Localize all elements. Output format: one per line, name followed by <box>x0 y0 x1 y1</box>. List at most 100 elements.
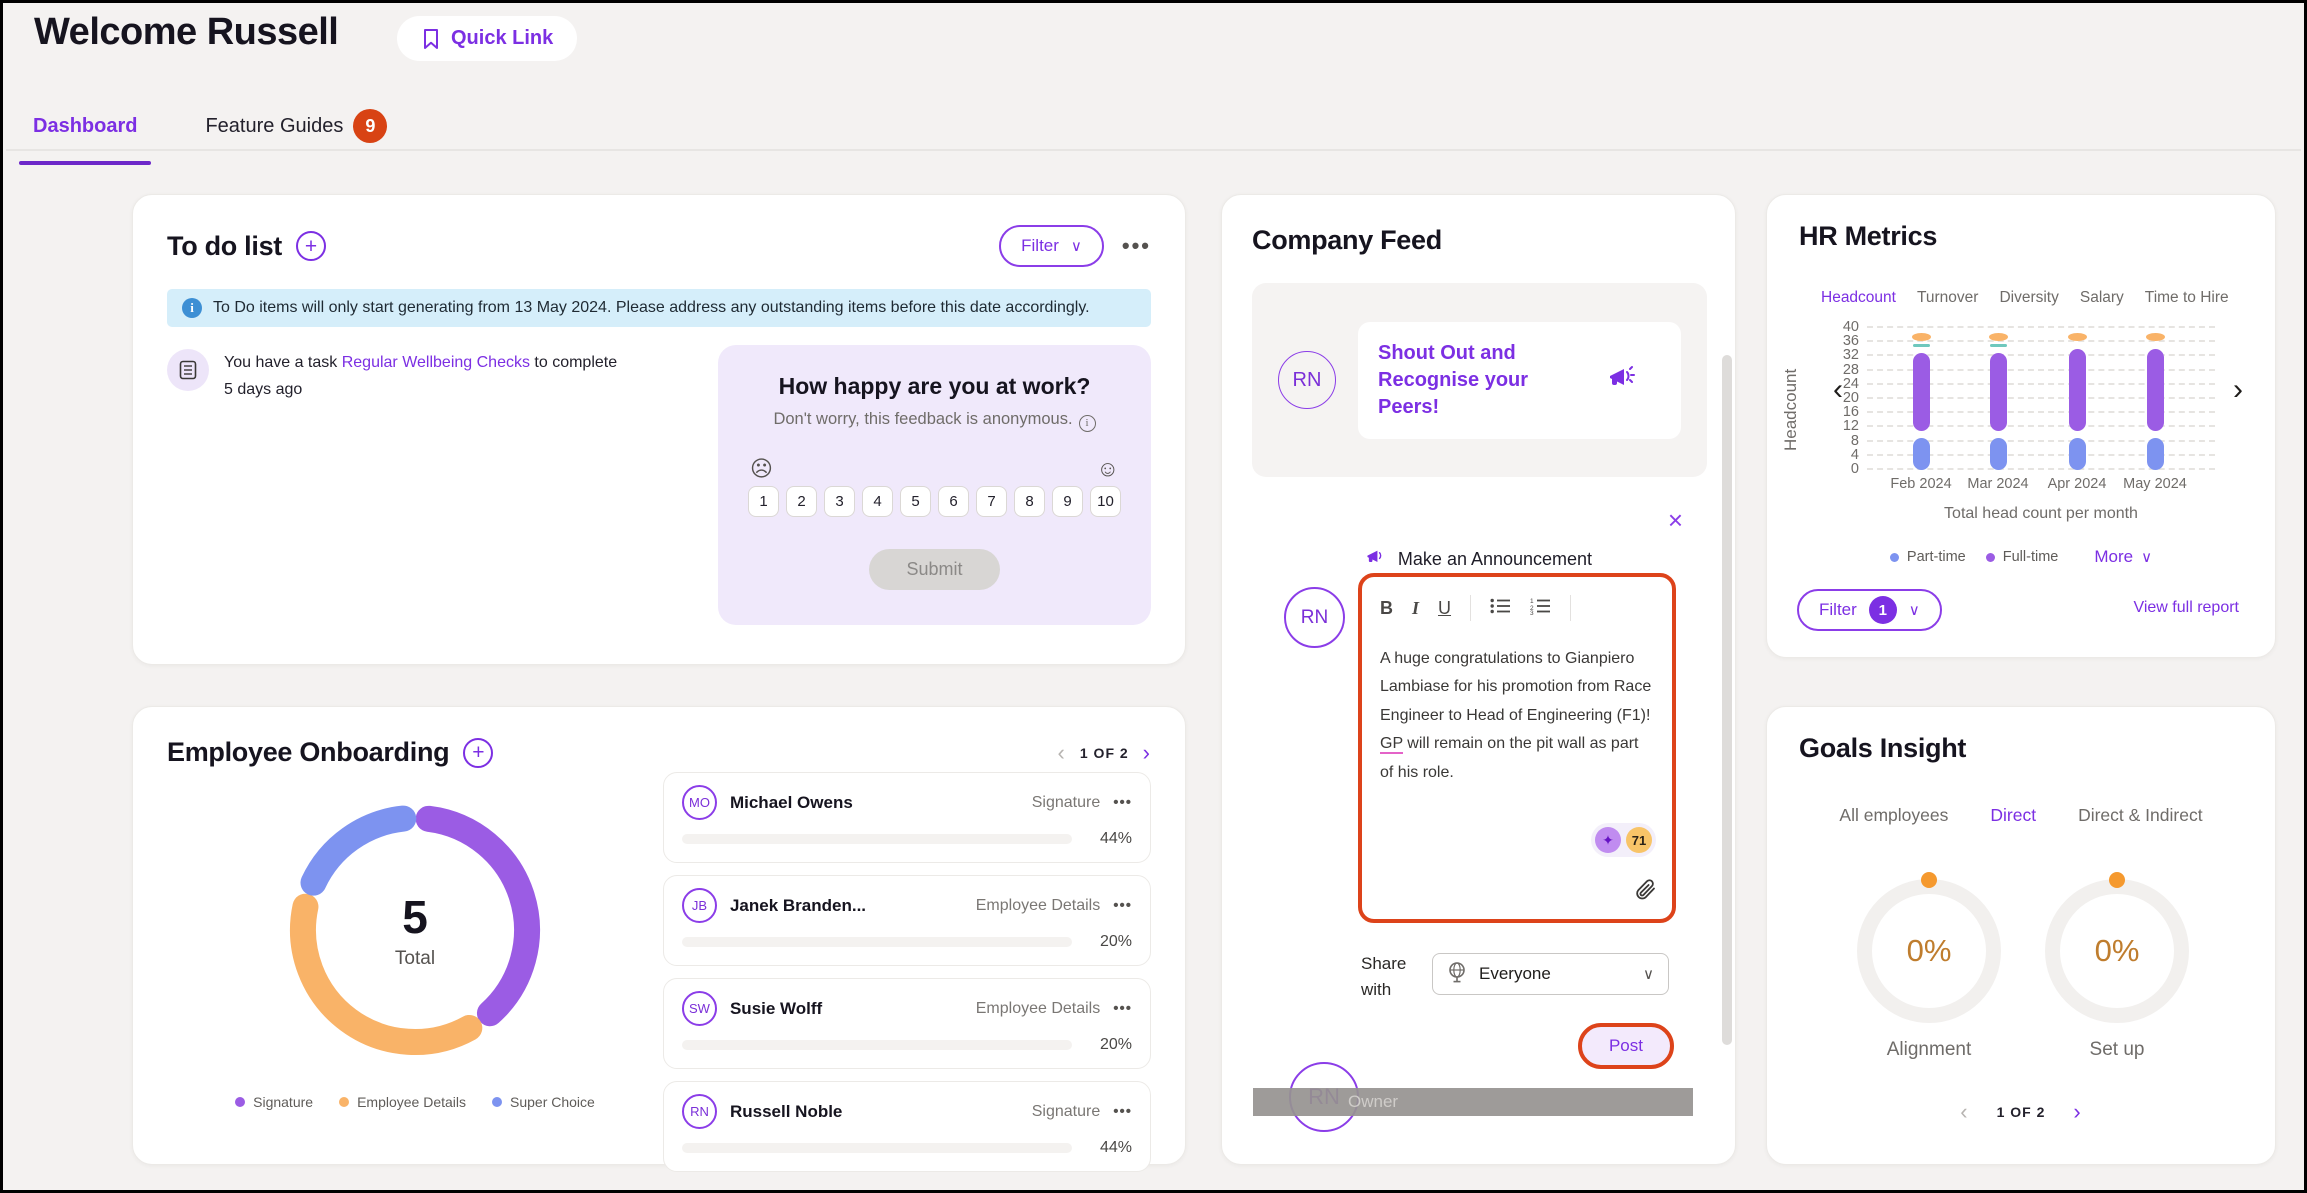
chart-next-icon[interactable]: › <box>2233 373 2243 407</box>
goals-tab-direct[interactable]: Direct <box>1990 805 2036 826</box>
y-tick-label: 32 <box>1821 347 1859 363</box>
progress-percent: 20% <box>1086 933 1132 951</box>
share-audience-select[interactable]: Everyone ∨ <box>1432 953 1669 995</box>
close-icon[interactable]: × <box>1668 507 1683 533</box>
onboarding-title: Employee Onboarding <box>167 737 449 768</box>
marker-teal <box>1913 344 1930 347</box>
todo-title: To do list <box>167 231 282 262</box>
survey-submit-button[interactable]: Submit <box>869 549 1000 590</box>
numbered-list-icon[interactable]: 123 <box>1530 597 1551 620</box>
task-document-icon <box>167 349 209 391</box>
row-more-icon[interactable]: ••• <box>1113 1000 1132 1017</box>
x-tick-label: Apr 2024 <box>2032 476 2122 492</box>
employee-name: Susie Wolff <box>730 999 822 1019</box>
sparkle-icon[interactable]: ✦ <box>1595 827 1621 853</box>
share-audience-value: Everyone <box>1479 964 1551 984</box>
score-button-1[interactable]: 1 <box>748 486 779 517</box>
goals-prev-icon[interactable]: ‹ <box>1960 1099 1968 1125</box>
view-full-report-link[interactable]: View full report <box>2133 599 2239 617</box>
employee-row[interactable]: JB Janek Branden... Employee Details •••… <box>663 875 1151 966</box>
reactions-pill[interactable]: ✦ 71 <box>1591 823 1656 857</box>
feed-scrollbar[interactable] <box>1722 355 1732 1045</box>
chevron-down-icon: ∨ <box>1909 601 1920 619</box>
onboarding-prev-icon[interactable]: ‹ <box>1058 740 1066 766</box>
score-button-4[interactable]: 4 <box>862 486 893 517</box>
marker-orange <box>2146 333 2165 341</box>
task-link[interactable]: Regular Wellbeing Checks <box>342 354 530 371</box>
bullet-list-icon[interactable] <box>1490 597 1511 620</box>
score-button-9[interactable]: 9 <box>1052 486 1083 517</box>
ring-marker-dot <box>1921 872 1937 888</box>
tabs-divider <box>6 149 2301 151</box>
announcement-body[interactable]: A huge congratulations to Gianpiero Lamb… <box>1380 645 1654 787</box>
task-text: You have a task Regular Wellbeing Checks… <box>224 349 617 625</box>
legend-item: Signature <box>235 1094 313 1110</box>
goals-tab-all-employees[interactable]: All employees <box>1839 805 1948 826</box>
todo-more-icon[interactable]: ••• <box>1122 233 1151 259</box>
bar-full-time <box>1913 353 1930 431</box>
hr-tab-diversity[interactable]: Diversity <box>1999 289 2058 307</box>
avatar: RN <box>682 1094 717 1129</box>
onboarding-next-icon[interactable]: › <box>1143 740 1151 766</box>
y-tick-label: 12 <box>1821 418 1859 434</box>
feed-title: Company Feed <box>1252 225 1442 256</box>
hr-tab-turnover[interactable]: Turnover <box>1917 289 1978 307</box>
score-button-5[interactable]: 5 <box>900 486 931 517</box>
donut-total-label: Total <box>395 948 435 970</box>
hr-tab-time-to-hire[interactable]: Time to Hire <box>2145 289 2229 307</box>
add-todo-icon[interactable]: + <box>296 231 326 261</box>
score-button-10[interactable]: 10 <box>1090 486 1121 517</box>
y-tick-label: 4 <box>1821 447 1859 463</box>
more-dropdown[interactable]: More∨ <box>2094 547 2152 567</box>
info-icon[interactable]: i <box>1079 415 1096 432</box>
info-icon: i <box>182 298 202 318</box>
legend-item: Employee Details <box>339 1094 466 1110</box>
marker-orange <box>1912 333 1931 341</box>
company-feed-card: Company Feed RN Shout Out and Recognise … <box>1221 194 1736 1165</box>
score-button-8[interactable]: 8 <box>1014 486 1045 517</box>
progress-bar <box>682 1143 1072 1153</box>
announcement-editor[interactable]: B I U 123 A huge congratulations to Gian… <box>1358 573 1676 923</box>
employee-row[interactable]: SW Susie Wolff Employee Details ••• 20% <box>663 978 1151 1069</box>
goals-next-icon[interactable]: › <box>2073 1099 2081 1125</box>
attachment-icon[interactable] <box>1634 878 1658 909</box>
row-more-icon[interactable]: ••• <box>1113 897 1132 914</box>
todo-task-item[interactable]: You have a task Regular Wellbeing Checks… <box>167 345 707 625</box>
bar-part-time <box>1990 438 2007 470</box>
ring-label: Set up <box>2017 1039 2217 1061</box>
hr-filter-button[interactable]: Filter 1 ∨ <box>1797 589 1942 631</box>
quick-link-button[interactable]: Quick Link <box>397 16 577 61</box>
score-button-3[interactable]: 3 <box>824 486 855 517</box>
add-employee-icon[interactable]: + <box>463 738 493 768</box>
tab-feature-guides[interactable]: Feature Guides9 <box>191 103 401 163</box>
bar-part-time <box>2069 438 2086 470</box>
hr-tab-salary[interactable]: Salary <box>2080 289 2124 307</box>
shoutout-banner[interactable]: RN Shout Out and Recognise your Peers! <box>1252 283 1707 477</box>
y-tick-label: 0 <box>1821 461 1859 477</box>
owner-overlay-bar: Owner <box>1253 1088 1693 1116</box>
dashboard-page: Welcome Russell Quick Link Dashboard Feat… <box>0 0 2307 1193</box>
page-title: Welcome Russell <box>34 11 338 54</box>
underline-icon[interactable]: U <box>1438 598 1451 619</box>
hr-tab-headcount[interactable]: Headcount <box>1821 289 1896 307</box>
chevron-down-icon: ∨ <box>2141 548 2152 566</box>
score-button-2[interactable]: 2 <box>786 486 817 517</box>
todo-filter-button[interactable]: Filter ∨ <box>999 225 1104 267</box>
employee-row[interactable]: RN Russell Noble Signature ••• 44% <box>663 1081 1151 1172</box>
hr-metrics-card: HR Metrics HeadcountTurnoverDiversitySal… <box>1766 194 2276 658</box>
row-more-icon[interactable]: ••• <box>1113 794 1132 811</box>
italic-icon[interactable]: I <box>1412 598 1419 619</box>
chart-caption: Total head count per month <box>1867 505 2215 523</box>
employee-name: Janek Branden... <box>730 896 866 916</box>
row-more-icon[interactable]: ••• <box>1113 1103 1132 1120</box>
score-button-7[interactable]: 7 <box>976 486 1007 517</box>
goals-tab-direct-indirect[interactable]: Direct & Indirect <box>2078 805 2202 826</box>
employee-stage: Employee Details <box>976 1000 1101 1018</box>
marker-teal <box>1990 344 2007 347</box>
bookmark-icon <box>421 28 441 50</box>
tab-dashboard[interactable]: Dashboard <box>19 103 151 163</box>
survey-score-row: 12345678910 <box>748 486 1121 517</box>
score-button-6[interactable]: 6 <box>938 486 969 517</box>
bold-icon[interactable]: B <box>1380 598 1393 619</box>
employee-row[interactable]: MO Michael Owens Signature ••• 44% <box>663 772 1151 863</box>
